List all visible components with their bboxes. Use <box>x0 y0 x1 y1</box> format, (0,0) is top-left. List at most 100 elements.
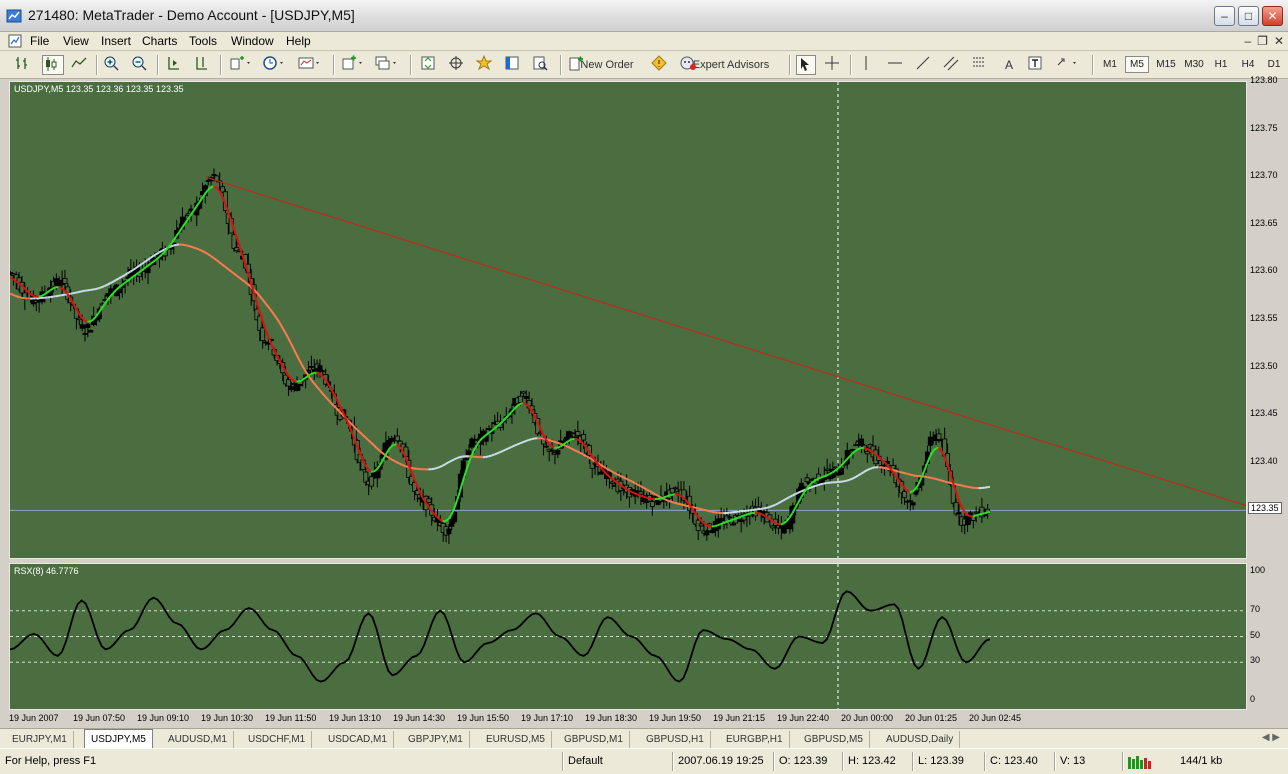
toolbar: New Order Expert Advisors A <box>0 51 1288 79</box>
chart-window-icon[interactable] <box>8 34 22 48</box>
trendline-tool-icon[interactable] <box>915 55 935 75</box>
profiles-dropdown-icon[interactable] <box>375 55 403 75</box>
slow-moving-average-segment <box>269 309 275 315</box>
horizontal-line-icon[interactable] <box>887 55 907 75</box>
slow-moving-average-segment <box>814 484 819 487</box>
slow-moving-average-segment <box>645 488 650 492</box>
timeframe-m30[interactable]: M30 <box>1181 56 1207 73</box>
zoom-in-icon[interactable] <box>103 55 123 75</box>
metaeditor-icon[interactable] <box>651 55 671 75</box>
tab-usdjpy-m5[interactable]: USDJPY,M5 <box>84 729 153 749</box>
price-chart-pane[interactable]: USDJPY,M5 123.35 123.36 123.35 123.35 <box>9 81 1247 559</box>
time-axis[interactable]: 19 Jun 2007 19 Jun 07:50 19 Jun 09:10 19 Ju… <box>9 710 1247 728</box>
slow-moving-average-segment <box>986 485 991 489</box>
tab-eurgbp-h1[interactable]: EURGBP,H1 <box>720 731 790 748</box>
slow-moving-average-segment <box>556 441 561 445</box>
menu-charts[interactable]: Charts <box>142 34 177 48</box>
bar-chart-icon[interactable] <box>14 55 34 75</box>
candle-body <box>88 329 94 333</box>
timeframe-m15[interactable]: M15 <box>1153 56 1179 73</box>
fast-moving-average-segment <box>10 276 14 280</box>
tab-audusd-daily[interactable]: AUDUSD,Daily <box>880 731 961 748</box>
chart-shift-icon[interactable] <box>193 55 213 75</box>
crosshair-tool-icon[interactable] <box>824 55 844 75</box>
slow-moving-average-segment <box>15 295 19 298</box>
fast-moving-average-segment <box>637 493 641 497</box>
slow-moving-average-segment <box>210 254 215 259</box>
strategy-tester-icon[interactable] <box>532 55 552 75</box>
tab-gbpusd-m5[interactable]: GBPUSD,M5 <box>798 731 870 748</box>
data-window-icon[interactable] <box>476 55 496 75</box>
slow-moving-average-segment <box>244 281 249 285</box>
zoom-out-icon[interactable] <box>131 55 151 75</box>
indicator-axis[interactable]: 100 70 50 30 0 <box>1248 563 1283 710</box>
menu-file[interactable]: File <box>30 34 49 48</box>
terminal-icon[interactable] <box>504 55 524 75</box>
candlestick-icon[interactable] <box>42 55 64 75</box>
menu-tools[interactable]: Tools <box>189 34 217 48</box>
slow-moving-average-segment <box>399 462 404 466</box>
connection-status-icon[interactable] <box>1128 755 1154 769</box>
tab-usdcad-m1[interactable]: USDCAD,M1 <box>322 731 394 748</box>
slow-moving-average-segment <box>488 454 492 458</box>
candle-body <box>82 333 88 335</box>
tab-usdchf-m1[interactable]: USDCHF,M1 <box>242 731 313 748</box>
periods-dropdown-icon[interactable] <box>262 55 290 75</box>
text-label-icon[interactable] <box>1027 55 1047 75</box>
fast-moving-average-segment <box>972 514 976 518</box>
mdi-close-icon[interactable]: ✕ <box>1274 34 1284 48</box>
slow-moving-average-segment <box>170 244 174 248</box>
market-watch-icon[interactable] <box>420 55 440 75</box>
tab-eurjpy-m1[interactable]: EURJPY,M1 <box>6 731 74 748</box>
tab-gbpusd-m1[interactable]: GBPUSD,M1 <box>558 731 630 748</box>
tab-scroll-arrows[interactable]: ◀ ▶ <box>1262 732 1280 743</box>
arrows-dropdown-icon[interactable] <box>1055 55 1085 75</box>
maximize-button[interactable]: □ <box>1238 6 1259 26</box>
timeframe-m5[interactable]: M5 <box>1125 56 1149 73</box>
minimize-button[interactable]: – <box>1214 6 1235 26</box>
close-button[interactable]: ✕ <box>1262 6 1283 26</box>
expert-advisors-button[interactable]: Expert Advisors <box>679 55 783 75</box>
menu-view[interactable]: View <box>63 34 89 48</box>
menu-window[interactable]: Window <box>231 34 274 48</box>
fast-moving-average-segment <box>640 494 644 498</box>
vertical-line-icon[interactable] <box>858 55 878 75</box>
timeframe-d1[interactable]: D1 <box>1263 56 1285 73</box>
tab-gbpjpy-m1[interactable]: GBPJPY,M1 <box>402 731 470 748</box>
timeframe-h1[interactable]: H1 <box>1210 56 1232 73</box>
tab-gbpusd-h1[interactable]: GBPUSD,H1 <box>640 731 711 748</box>
tab-audusd-m1[interactable]: AUDUSD,M1 <box>162 731 234 748</box>
slow-moving-average-segment <box>961 484 965 488</box>
timeframe-h4[interactable]: H4 <box>1237 56 1259 73</box>
slow-moving-average-segment <box>321 392 326 398</box>
chart-window[interactable]: USDJPY,M5 123.35 123.36 123.35 123.35 12… <box>5 75 1283 728</box>
indicators-dropdown-icon[interactable] <box>229 55 257 75</box>
slow-moving-average-segment <box>310 378 315 384</box>
slow-moving-average-segment <box>872 466 876 469</box>
slow-moving-average-segment <box>763 506 767 510</box>
text-tool-button[interactable]: A <box>999 55 1019 75</box>
menu-insert[interactable]: Insert <box>101 34 131 48</box>
status-profile[interactable]: Default <box>568 755 603 767</box>
auto-scroll-icon[interactable] <box>165 55 185 75</box>
rsx-indicator-pane[interactable]: RSX(8) 46.7776 <box>9 563 1247 710</box>
new-chart-icon[interactable] <box>341 55 369 75</box>
candle-body <box>56 284 62 287</box>
slow-moving-average-segment <box>21 296 25 300</box>
navigator-icon[interactable] <box>448 55 468 75</box>
tab-eurusd-m5[interactable]: EURUSD,M5 <box>480 731 552 748</box>
mdi-restore-icon[interactable]: ❐ <box>1257 34 1268 48</box>
timeframe-m1[interactable]: M1 <box>1099 56 1121 73</box>
fibonacci-retracement-icon[interactable] <box>971 55 991 75</box>
price-axis[interactable]: 123.80 123.75 123.70 123.65 123.60 123.55 123.… <box>1248 75 1283 559</box>
fast-moving-average-segment <box>574 437 578 441</box>
new-order-button[interactable]: New Order <box>568 55 646 75</box>
menu-help[interactable]: Help <box>286 34 311 48</box>
cursor-tool-icon[interactable] <box>796 55 816 75</box>
templates-dropdown-icon[interactable] <box>298 55 326 75</box>
fast-moving-average-segment <box>931 447 937 453</box>
status-traffic: 144/1 kb <box>1180 755 1223 767</box>
mdi-minimize-icon[interactable]: – <box>1244 34 1251 48</box>
equidistant-channel-icon[interactable] <box>943 55 963 75</box>
line-chart-icon[interactable] <box>71 55 91 75</box>
